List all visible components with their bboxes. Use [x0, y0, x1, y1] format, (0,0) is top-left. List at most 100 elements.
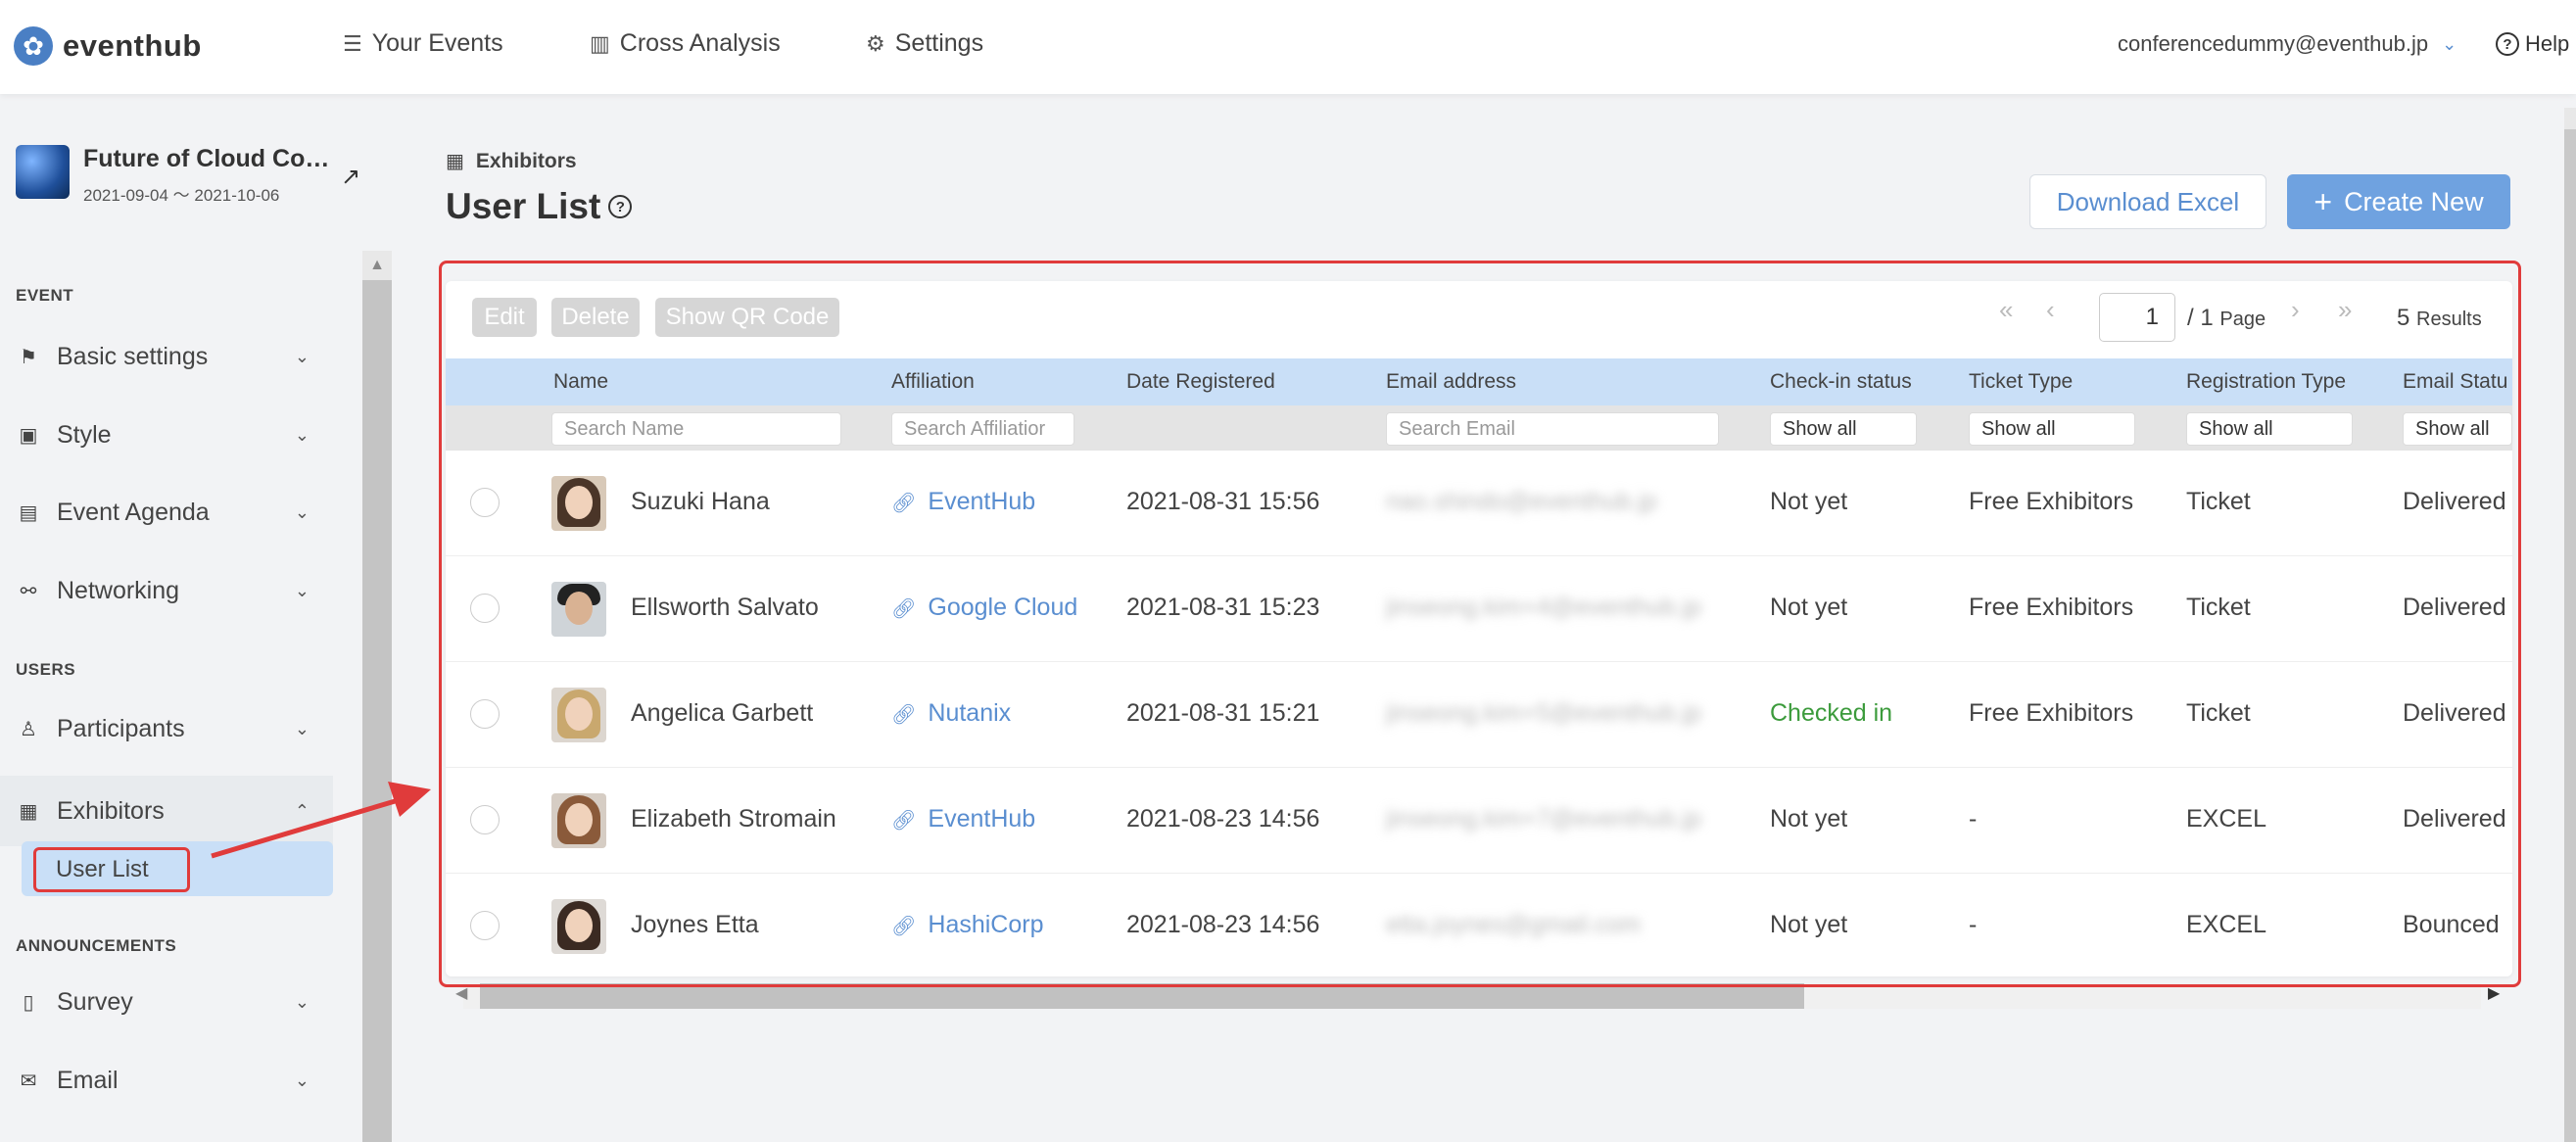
plus-icon: +: [2314, 183, 2333, 219]
question-icon[interactable]: ?: [608, 195, 633, 218]
scroll-thumb[interactable]: [480, 983, 1804, 1009]
email-status-filter-select[interactable]: Show all: [2403, 412, 2512, 446]
link-icon: 🔗︎: [891, 916, 917, 937]
filter-row: Search Name Search Affiliatior Search Em…: [446, 405, 2512, 451]
sidebar-subitem-user-list[interactable]: User List: [33, 847, 190, 892]
table-row[interactable]: Suzuki Hana 🔗︎ EventHub 2021-08-31 15:56 …: [446, 451, 2512, 556]
col-email-status[interactable]: Email Statu: [2403, 370, 2507, 394]
next-page-icon[interactable]: ›: [2291, 295, 2300, 325]
list-icon: ▤: [19, 501, 38, 524]
prev-page-icon[interactable]: ‹: [2046, 295, 2055, 325]
download-excel-button[interactable]: Download Excel: [2029, 174, 2266, 229]
affiliation-link[interactable]: 🔗︎ EventHub: [891, 488, 1035, 516]
ticket-type: Free Exhibitors: [1969, 594, 2134, 621]
flag-icon: ⚑: [20, 346, 37, 368]
search-name-input[interactable]: Search Name: [551, 412, 841, 446]
checkin-status: Not yet: [1770, 594, 1848, 621]
create-new-button[interactable]: + Create New: [2287, 174, 2510, 229]
search-email-input[interactable]: Search Email: [1386, 412, 1719, 446]
search-affiliation-input[interactable]: Search Affiliatior: [891, 412, 1074, 446]
nav-your-events[interactable]: ☰ Your Events: [343, 29, 503, 58]
link-icon: 🔗︎: [891, 704, 917, 726]
row-select-radio[interactable]: [470, 594, 500, 623]
registration-filter-select[interactable]: Show all: [2186, 412, 2353, 446]
account-menu[interactable]: conferencedummy@eventhub.jp ⌄: [2118, 31, 2457, 57]
table-row[interactable]: Joynes Etta 🔗︎ HashiCorp 2021-08-23 14:56…: [446, 874, 2512, 976]
col-registration-type[interactable]: Registration Type: [2186, 370, 2346, 394]
user-name[interactable]: Angelica Garbett: [631, 699, 813, 728]
affiliation-link[interactable]: 🔗︎ HashiCorp: [891, 911, 1044, 939]
user-name[interactable]: Joynes Etta: [631, 911, 759, 939]
checkin-filter-select[interactable]: Show all: [1770, 412, 1917, 446]
user-name[interactable]: Suzuki Hana: [631, 488, 770, 516]
ticket-filter-select[interactable]: Show all: [1969, 412, 2135, 446]
event-card: Future of Cloud Co… 2021-09-04 ～ 2021-10…: [16, 145, 333, 206]
show-qr-code-button[interactable]: Show QR Code: [655, 298, 839, 337]
registration-type: Ticket: [2186, 594, 2251, 621]
binoculars-icon: ⚯: [20, 580, 37, 602]
page-total-value: / 1: [2187, 305, 2214, 331]
row-select-radio[interactable]: [470, 805, 500, 834]
affiliation-link[interactable]: 🔗︎ Google Cloud: [891, 594, 1077, 622]
ticket-type: -: [1969, 805, 1978, 833]
scroll-right-icon[interactable]: ▶: [2488, 983, 2500, 1003]
results-count: 5 Results: [2397, 305, 2482, 332]
affiliation-link[interactable]: 🔗︎ EventHub: [891, 805, 1035, 833]
sidebar-scrollbar[interactable]: ▲: [362, 251, 392, 1142]
affiliation-link[interactable]: 🔗︎ Nutanix: [891, 699, 1011, 728]
email-address: nao.shindo@eventhub.jp: [1386, 488, 1657, 515]
sidebar-item-event-agenda[interactable]: ▤ Event Agenda ⌄: [16, 491, 310, 534]
col-checkin-status[interactable]: Check-in status: [1770, 370, 1912, 394]
email-status: Delivered: [2403, 699, 2506, 727]
delete-button[interactable]: Delete: [551, 298, 640, 337]
edit-button[interactable]: Edit: [472, 298, 537, 337]
brand-logo[interactable]: ✿ eventhub: [14, 26, 202, 66]
scroll-left-icon[interactable]: ◀: [455, 983, 467, 1003]
col-ticket-type[interactable]: Ticket Type: [1969, 370, 2073, 394]
last-page-icon[interactable]: »: [2338, 295, 2352, 325]
flower-icon: ✿: [14, 26, 53, 66]
row-select-radio[interactable]: [470, 699, 500, 729]
sidebar-item-label: Exhibitors: [57, 796, 165, 825]
col-affiliation[interactable]: Affiliation: [891, 370, 975, 394]
sidebar-item-networking[interactable]: ⚯ Networking ⌄: [16, 569, 310, 612]
list-icon: ☰: [343, 30, 362, 56]
sidebar-item-participants[interactable]: ♙ Participants ⌄: [16, 707, 310, 750]
first-page-icon[interactable]: «: [1999, 295, 2013, 325]
sidebar-item-label: Basic settings: [57, 342, 209, 370]
page-scrollbar[interactable]: [2564, 108, 2576, 1142]
sidebar-item-label: Survey: [57, 987, 133, 1016]
checkin-status: Checked in: [1770, 699, 1893, 727]
sidebar-item-label: Networking: [57, 576, 180, 604]
external-link-icon[interactable]: ↗: [341, 163, 360, 191]
bar-chart-icon: ▥: [590, 30, 610, 56]
email-address: jinseong.kim+4@eventhub.jp: [1386, 594, 1702, 621]
email-status: Delivered: [2403, 488, 2506, 515]
table-row[interactable]: Elizabeth Stromain 🔗︎ EventHub 2021-08-23…: [446, 768, 2512, 874]
table-horizontal-scrollbar[interactable]: ◀ ▶: [446, 981, 2503, 1009]
page-number-input[interactable]: 1: [2099, 293, 2175, 342]
table-row[interactable]: Ellsworth Salvato 🔗︎ Google Cloud 2021-08…: [446, 556, 2512, 662]
scroll-up-icon[interactable]: ▲: [362, 251, 392, 280]
help-link[interactable]: ? Help: [2496, 31, 2569, 57]
page-scroll-thumb[interactable]: [2564, 129, 2576, 1142]
col-date-registered[interactable]: Date Registered: [1126, 370, 1275, 394]
sidebar-item-style[interactable]: ▣ Style ⌄: [16, 413, 310, 456]
sidebar-item-email[interactable]: ✉ Email ⌄: [16, 1059, 310, 1102]
email-status: Bounced: [2403, 911, 2500, 938]
sidebar-item-exhibitors[interactable]: ▦ Exhibitors ⌃: [0, 776, 333, 846]
user-name[interactable]: Elizabeth Stromain: [631, 805, 836, 833]
col-email-address[interactable]: Email address: [1386, 370, 1516, 394]
sidebar-item-basic-settings[interactable]: ⚑ Basic settings ⌄: [16, 335, 310, 378]
nav-cross-analysis[interactable]: ▥ Cross Analysis: [590, 29, 781, 58]
user-name[interactable]: Ellsworth Salvato: [631, 594, 819, 622]
nav-settings[interactable]: ⚙ Settings: [866, 29, 983, 58]
row-select-radio[interactable]: [470, 488, 500, 517]
table-row[interactable]: Angelica Garbett 🔗︎ Nutanix 2021-08-31 15…: [446, 662, 2512, 768]
row-select-radio[interactable]: [470, 911, 500, 940]
gear-icon: ⚙: [866, 30, 885, 56]
col-name[interactable]: Name: [553, 370, 608, 394]
affiliation-label: EventHub: [928, 805, 1036, 833]
registration-type: EXCEL: [2186, 805, 2266, 833]
sidebar-item-survey[interactable]: ▯ Survey ⌄: [16, 980, 310, 1023]
